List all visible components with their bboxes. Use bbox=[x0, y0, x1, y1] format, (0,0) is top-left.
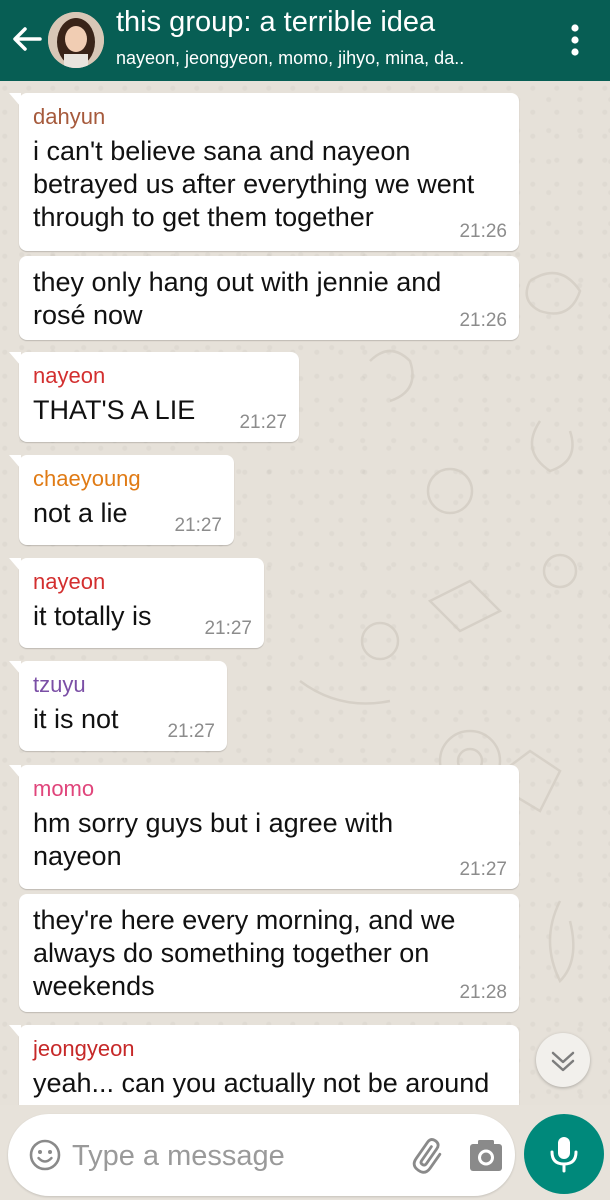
message-sender: chaeyoung bbox=[33, 466, 141, 491]
message-sender: nayeon bbox=[33, 569, 106, 594]
camera-icon bbox=[470, 1140, 502, 1171]
scroll-to-bottom-button[interactable] bbox=[536, 1033, 590, 1087]
attach-button[interactable] bbox=[410, 1134, 450, 1178]
message-bubble[interactable]: chaeyoung not a lie 21:27 bbox=[9, 455, 234, 545]
message-bubble[interactable]: tzuyu it is not 21:27 bbox=[9, 661, 227, 751]
avatar-image bbox=[48, 12, 104, 68]
message-bubble[interactable]: jeongyeon yeah... can you actually not b… bbox=[9, 1025, 519, 1105]
message-sender: momo bbox=[33, 776, 95, 801]
emoji-button[interactable] bbox=[28, 1138, 62, 1172]
message-time: 21:27 bbox=[174, 515, 222, 536]
message-input[interactable] bbox=[70, 1134, 374, 1178]
message-time: 21:27 bbox=[204, 618, 252, 639]
camera-button[interactable] bbox=[466, 1136, 506, 1176]
menu-button[interactable] bbox=[560, 20, 590, 60]
message-text: they're here every morning, and we alway… bbox=[33, 905, 456, 1001]
microphone-icon bbox=[550, 1137, 578, 1173]
group-members[interactable]: nayeon, jeongyeon, momo, jihyo, mina, da… bbox=[116, 48, 536, 69]
chevron-double-down-icon bbox=[551, 1051, 575, 1072]
message-bubble[interactable]: they only hang out with jennie and rosé … bbox=[19, 256, 519, 340]
message-text: they only hang out with jennie and rosé … bbox=[33, 267, 442, 330]
message-text: hm sorry guys but i agree with nayeon bbox=[33, 808, 394, 871]
group-title[interactable]: this group: a terrible idea bbox=[116, 6, 435, 39]
message-time: 21:26 bbox=[459, 221, 507, 242]
chat-header: this group: a terrible idea nayeon, jeon… bbox=[0, 0, 610, 81]
more-vert-icon bbox=[571, 24, 579, 56]
message-bubble[interactable]: nayeon THAT'S A LIE 21:27 bbox=[9, 352, 299, 442]
message-text: yeah... can you actually not be around bbox=[33, 1068, 490, 1098]
message-sender: nayeon bbox=[33, 363, 106, 388]
message-bubble[interactable]: they're here every morning, and we alway… bbox=[19, 894, 519, 1012]
message-bubble[interactable]: momo hm sorry guys but i agree with naye… bbox=[9, 765, 519, 889]
message-time: 21:28 bbox=[459, 982, 507, 1003]
message-time: 21:27 bbox=[459, 859, 507, 880]
message-bubble[interactable]: nayeon it totally is 21:27 bbox=[9, 558, 264, 648]
voice-message-button[interactable] bbox=[524, 1114, 604, 1194]
message-sender: tzuyu bbox=[33, 672, 86, 697]
arrow-left-icon bbox=[13, 27, 42, 51]
group-avatar[interactable] bbox=[48, 12, 104, 68]
paperclip-icon bbox=[412, 1138, 442, 1174]
message-time: 21:26 bbox=[459, 310, 507, 331]
message-bubble[interactable]: dahyun i can't believe sana and nayeon b… bbox=[9, 93, 519, 251]
message-time: 21:27 bbox=[167, 721, 215, 742]
back-button[interactable] bbox=[10, 22, 44, 56]
message-text: i can't believe sana and nayeon betrayed… bbox=[33, 136, 475, 232]
message-sender: jeongyeon bbox=[33, 1036, 135, 1061]
emoji-icon bbox=[29, 1139, 61, 1171]
message-sender: dahyun bbox=[33, 104, 106, 129]
message-time: 21:27 bbox=[239, 412, 287, 433]
message-list[interactable]: dahyun i can't believe sana and nayeon b… bbox=[0, 81, 610, 1105]
message-composer bbox=[8, 1114, 515, 1196]
